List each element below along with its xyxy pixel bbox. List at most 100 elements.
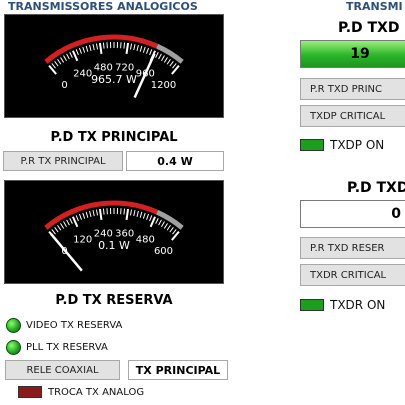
gauge-reserva-tick	[72, 216, 79, 228]
gauge-reserva-tick	[133, 210, 136, 217]
gauge-reserva-tick	[69, 218, 73, 224]
gauge-principal-tick	[136, 44, 139, 51]
gauge-reserva-tick	[123, 208, 126, 215]
gauge-reserva-tick	[169, 226, 174, 233]
gauge-reserva-tick	[139, 211, 143, 218]
gauge-principal-tick	[172, 63, 177, 69]
gauge-principal-tick	[163, 57, 168, 63]
rele-coaxial-label: RELE COAXIAL	[5, 360, 120, 380]
label-pd-tx-reserva: P.D TX RESERVA	[55, 293, 173, 308]
gauge-reserva-tick	[102, 208, 105, 215]
gauge-principal-tick	[60, 57, 65, 63]
gauge-principal-tick	[51, 63, 56, 69]
troca-indicator-icon	[18, 386, 42, 398]
gauge-reserva-tick	[155, 218, 159, 224]
gauge-principal-tick	[78, 47, 82, 54]
gauge-principal-tick-label: 0	[61, 80, 67, 91]
label-pd-tx-principal: P.D TX PRINCIPAL	[50, 130, 178, 145]
gauge-reserva-tick	[142, 212, 146, 219]
txdp-on-label: TXDP ON	[330, 138, 385, 152]
gauge-reserva-tick-label: 600	[154, 246, 173, 257]
txdr-on-indicator-icon	[300, 299, 324, 311]
gauge-tx-reserva: 01202403604806000.1 W	[4, 180, 224, 284]
status-txdr-on: TXDR ON	[300, 298, 385, 312]
gauge-reserva-tick	[82, 212, 86, 219]
gauge-reserva-tick	[163, 223, 168, 229]
pr-tx-principal-label: P.R TX PRINCIPAL	[3, 151, 123, 171]
gauge-reserva-tick-label: 480	[136, 235, 155, 246]
gauge-reserva-dial: 01202403604806000.1 W	[44, 200, 184, 272]
gauge-reserva-readout: 0.1 W	[98, 239, 130, 252]
rele-coaxial-value: TX PRINCIPAL	[128, 360, 228, 380]
gauge-principal-tick	[161, 55, 165, 61]
gauge-principal-tick	[57, 58, 62, 65]
gauge-reserva-tick	[158, 219, 162, 226]
led-video-icon	[6, 318, 21, 333]
gauge-principal-tick	[158, 53, 162, 60]
status-txdp-on: TXDP ON	[300, 138, 384, 152]
gauge-reserva-tick	[130, 209, 133, 216]
field-pr-tx-principal: P.R TX PRINCIPAL 0.4 W	[3, 151, 224, 171]
gauge-reserva-tick	[146, 213, 150, 220]
gauge-reserva-tick-label: 120	[73, 235, 92, 246]
gauge-principal-tick	[82, 46, 86, 53]
gauge-principal-tick	[142, 46, 146, 53]
gauge-reserva-tick	[54, 226, 59, 233]
gauge-principal-tick	[69, 52, 73, 58]
led-pll-icon	[6, 340, 21, 355]
gauge-principal-tick-label: 240	[73, 69, 92, 80]
gauge-principal-tick	[146, 47, 150, 54]
gauge-principal-tick	[169, 60, 174, 67]
gauge-principal-tick	[149, 49, 153, 56]
section-title-analog: TRANSMISSORES ANALOGICOS	[8, 0, 198, 13]
pr-txd-reserva-button[interactable]: P.R TXD RESER	[300, 237, 405, 259]
status-troca-tx-analog[interactable]: TROCA TX ANALOG	[18, 386, 144, 398]
gauge-principal-tick	[125, 42, 130, 55]
gauge-reserva-tick	[136, 210, 139, 217]
txdp-on-indicator-icon	[300, 139, 324, 151]
gauge-reserva-tick	[166, 224, 171, 231]
gauge-principal-tick	[72, 50, 79, 62]
gauge-reserva-tick	[172, 229, 177, 235]
gauge-reserva-tick	[78, 213, 82, 220]
gauge-principal-tick	[92, 44, 95, 51]
gauge-principal-tick	[166, 58, 171, 65]
troca-tx-analog-label: TROCA TX ANALOG	[48, 386, 145, 398]
gauge-reserva-tick	[75, 215, 79, 222]
label-pd-txd-reserva: P.D TXD	[347, 180, 405, 196]
video-tx-reserva-label: VIDEO TX RESERVA	[26, 320, 123, 331]
pll-tx-reserva-label: PLL TX RESERVA	[26, 342, 108, 353]
txdr-on-label: TXDR ON	[330, 298, 386, 312]
gauge-reserva-tick	[92, 210, 95, 217]
gauge-principal-tick	[130, 43, 133, 50]
gauge-principal-tick	[85, 45, 89, 52]
pr-tx-principal-value: 0.4 W	[126, 151, 224, 171]
gauge-principal-tick	[54, 60, 59, 67]
gauge-reserva-tick	[66, 219, 70, 226]
gauge-principal-tick-label: 1200	[151, 80, 176, 91]
status-video-tx-reserva: VIDEO TX RESERVA	[6, 318, 122, 333]
gauge-reserva-tick	[98, 208, 103, 221]
gauge-principal-tick	[102, 42, 105, 49]
gauge-tx-principal: 02404807209601200965.7 W	[4, 14, 224, 118]
gauge-principal-dial: 02404807209601200965.7 W	[44, 34, 184, 98]
gauge-reserva-tick	[89, 210, 92, 217]
gauge-principal-readout: 965.7 W	[91, 73, 137, 86]
gauge-principal-tick	[98, 42, 103, 55]
gauge-principal-tick	[63, 55, 67, 61]
txd-reserva-power-bar: 0	[300, 200, 405, 228]
pr-txd-principal-button[interactable]: P.R TXD PRINC	[300, 78, 405, 100]
gauge-principal-tick	[133, 44, 136, 51]
gauge-principal-tick	[139, 45, 143, 52]
status-pll-tx-reserva: PLL TX RESERVA	[6, 340, 108, 355]
gauge-reserva-tick	[60, 223, 65, 229]
section-title-digital: TRANSMI	[346, 0, 403, 13]
gauge-reserva-tick	[51, 229, 56, 235]
txdp-critical-button[interactable]: TXDP CRITICAL	[300, 105, 405, 127]
gauge-reserva-tick	[161, 221, 165, 227]
gauge-principal-tick	[123, 42, 126, 49]
field-rele-coaxial: RELE COAXIAL TX PRINCIPAL	[5, 360, 228, 380]
txdr-critical-button[interactable]: TXDR CRITICAL	[300, 264, 405, 286]
txd-principal-power-bar: 19	[300, 40, 405, 68]
gauge-reserva-tick	[85, 211, 89, 218]
